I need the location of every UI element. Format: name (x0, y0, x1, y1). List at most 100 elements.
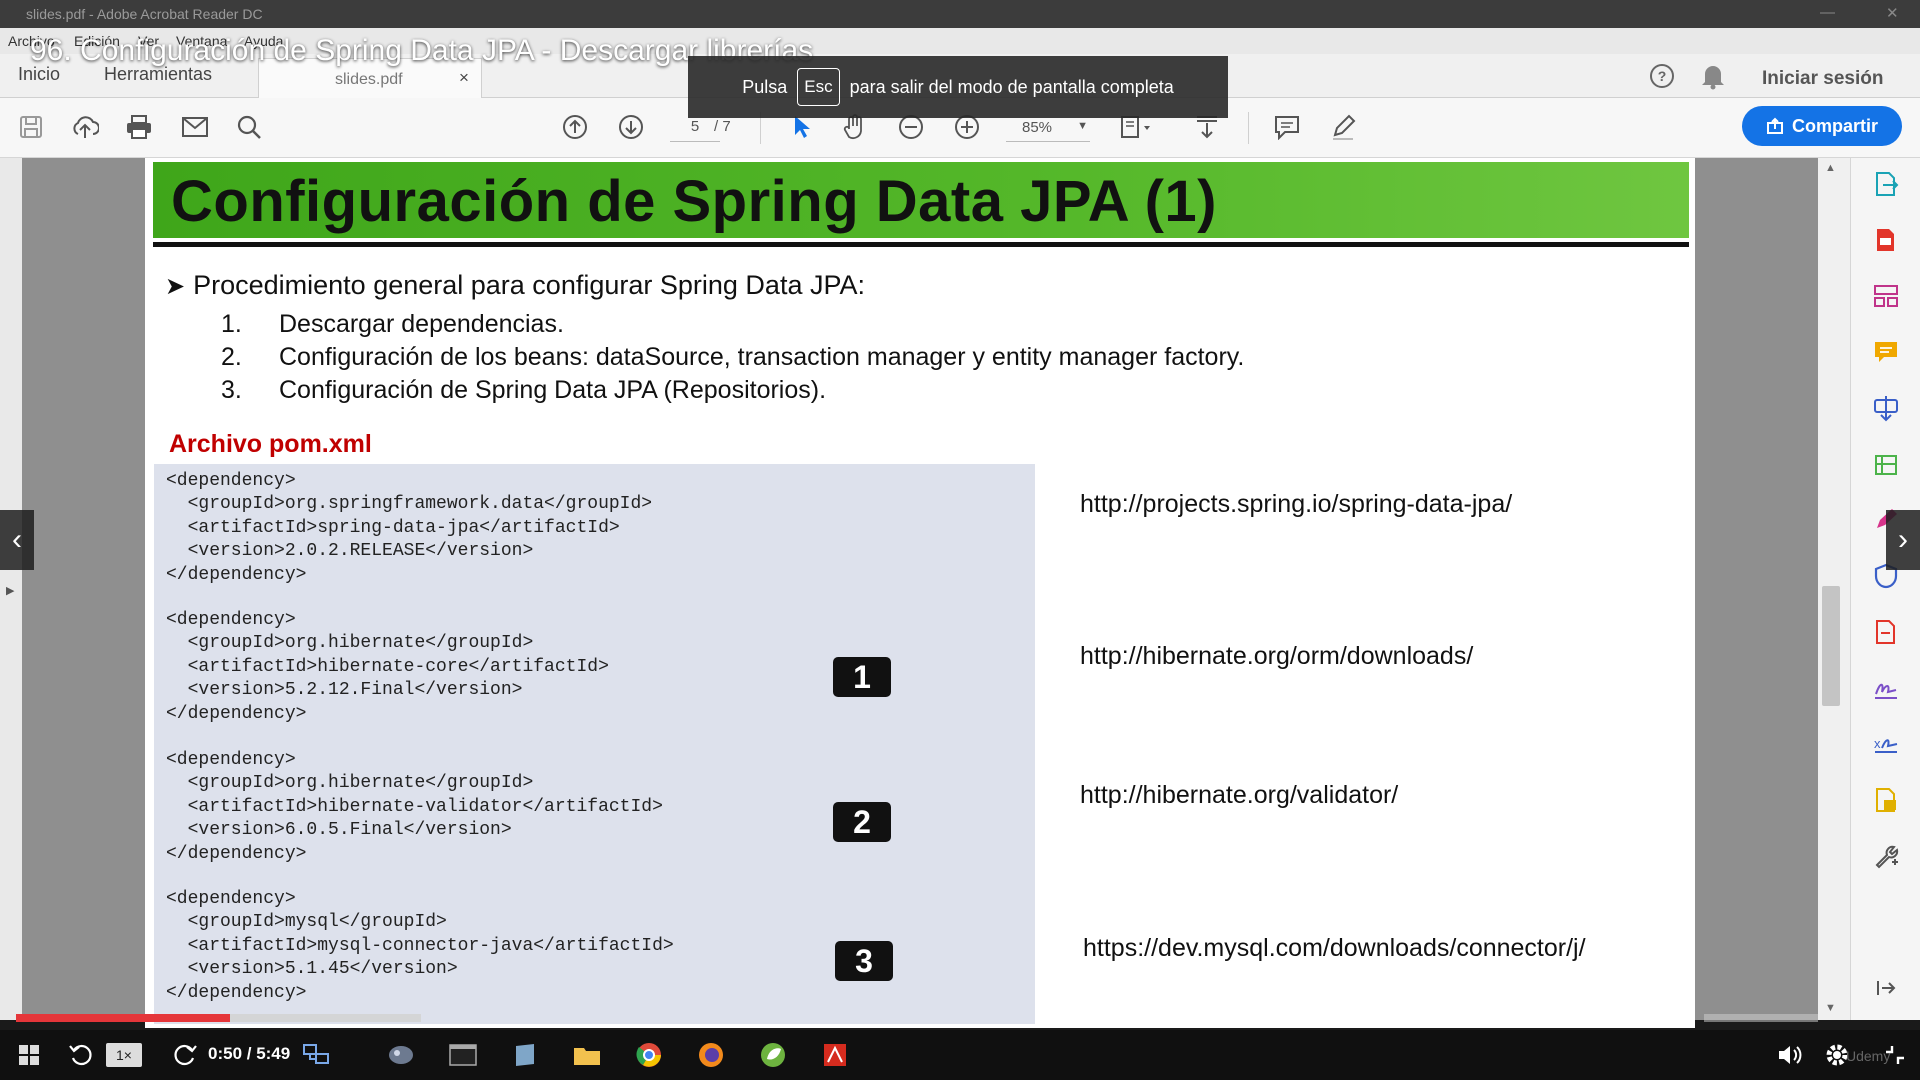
spring-tool-icon[interactable] (756, 1039, 790, 1071)
notice-message: para salir del modo de pantalla completa (849, 76, 1174, 97)
terminal-icon[interactable] (446, 1039, 480, 1071)
bell-icon[interactable] (1700, 62, 1726, 95)
upload-icon[interactable] (68, 110, 102, 144)
tools-panel: x (1850, 158, 1920, 1020)
combine-files-icon[interactable] (1868, 390, 1904, 426)
print-icon[interactable] (122, 110, 156, 144)
export-pdf-icon[interactable] (1868, 166, 1904, 202)
forward-icon[interactable] (168, 1039, 202, 1071)
scroll-down-icon[interactable]: ▼ (1825, 1002, 1836, 1014)
dependency-code: <dependency> <groupId>org.hibernate</gro… (166, 750, 663, 864)
pdf-page: Configuración de Spring Data JPA (1) ➤ Pr… (145, 158, 1695, 1028)
playback-speed-button[interactable]: 1× (106, 1043, 142, 1067)
pen-icon[interactable] (1326, 110, 1360, 144)
screen: slides.pdf - Adobe Acrobat Reader DC — ✕… (0, 0, 1920, 1080)
scroll-up-icon[interactable]: ▲ (1825, 162, 1836, 174)
video-progress-fill (16, 1014, 231, 1022)
windows-start-icon[interactable] (12, 1039, 46, 1071)
zoom-value: 85% (1022, 119, 1053, 136)
slide-title-banner: Configuración de Spring Data JPA (1) (153, 162, 1689, 238)
chevron-right-icon: › (1898, 523, 1908, 556)
video-progress-remaining (1704, 1014, 1818, 1022)
step-number: 3. (221, 376, 242, 404)
firefox-icon[interactable] (694, 1039, 728, 1071)
exit-fullscreen-icon[interactable] (1878, 1039, 1912, 1071)
close-tab-icon[interactable]: × (459, 68, 469, 88)
acrobat-title-bar: slides.pdf - Adobe Acrobat Reader DC — ✕ (0, 0, 1920, 28)
sign-in-link[interactable]: Iniciar sesión (1762, 68, 1883, 90)
previous-page-icon[interactable] (558, 110, 592, 144)
next-page-icon[interactable] (614, 110, 648, 144)
dependency-badge: 3 (835, 941, 893, 981)
close-window-icon[interactable]: ✕ (1886, 4, 1899, 22)
arrow-bullet-icon: ➤ (165, 273, 186, 300)
file-explorer-icon[interactable] (570, 1039, 604, 1071)
network-icon[interactable] (300, 1039, 334, 1071)
step-number: 2. (221, 343, 242, 371)
dependency-code: <dependency> <groupId>org.hibernate</gro… (166, 610, 609, 724)
pom-code-block: <dependency> <groupId>org.springframewor… (154, 464, 1035, 1024)
acrobat-icon[interactable] (818, 1039, 852, 1071)
download-link[interactable]: http://hibernate.org/validator/ (1080, 781, 1398, 810)
dependency-code: <dependency> <groupId>mysql</groupId> <a… (166, 889, 674, 1003)
video-time: 0:50 / 5:49 (208, 1044, 291, 1063)
next-lecture-button[interactable]: › (1886, 510, 1920, 570)
step-number: 1. (221, 310, 242, 338)
minimize-icon[interactable]: — (1820, 4, 1835, 21)
volume-icon[interactable] (1774, 1039, 1808, 1071)
comment-tool-icon[interactable] (1868, 334, 1904, 370)
email-icon[interactable] (178, 110, 212, 144)
pom-file-label: Archivo pom.xml (169, 430, 372, 458)
download-link[interactable]: http://projects.spring.io/spring-data-jp… (1080, 490, 1512, 519)
save-icon[interactable] (14, 110, 48, 144)
help-icon[interactable]: ? (1648, 62, 1676, 95)
app-icon[interactable] (384, 1039, 418, 1071)
slide-title: Configuración de Spring Data JPA (1) (171, 169, 1217, 234)
redact-icon[interactable] (1868, 782, 1904, 818)
download-link[interactable]: https://dev.mysql.com/downloads/connecto… (1083, 934, 1586, 963)
player-control-bar: 1× 0:50 / 5:49 Udemy (0, 1030, 1920, 1080)
notice-press: Pulsa (742, 76, 788, 97)
sign-icon[interactable] (1868, 670, 1904, 706)
step-text: Configuración de Spring Data JPA (Reposi… (279, 376, 827, 404)
title-underline (153, 242, 1689, 247)
collapse-panel-icon[interactable] (1868, 970, 1904, 1006)
fullscreen-notice: Pulsa Esc para salir del modo de pantall… (688, 56, 1228, 118)
export-file-icon[interactable] (1868, 614, 1904, 650)
toolbar-divider (1248, 112, 1249, 144)
lead-bullet: ➤ Procedimiento general para configurar S… (165, 270, 865, 301)
step-text: Descargar dependencias. (279, 310, 564, 338)
svg-text:?: ? (1658, 68, 1667, 84)
search-icon[interactable] (232, 110, 266, 144)
video-progress-bar[interactable] (16, 1014, 421, 1022)
download-link[interactable]: http://hibernate.org/orm/downloads/ (1080, 642, 1473, 671)
expand-left-icon[interactable]: ▶ (6, 584, 14, 597)
share-button[interactable]: Compartir (1742, 106, 1902, 146)
send-for-signature-icon[interactable]: x (1868, 726, 1904, 762)
notebook-icon[interactable] (508, 1039, 542, 1071)
scrollbar-thumb[interactable] (1822, 586, 1840, 706)
comment-icon[interactable] (1270, 110, 1304, 144)
page-total: / 7 (714, 118, 731, 135)
step-text: Configuración de los beans: dataSource, … (279, 343, 1245, 371)
left-panel-toggle[interactable]: ▶ (0, 158, 22, 1020)
chevron-left-icon: ‹ (12, 523, 22, 556)
svg-text:x: x (1874, 736, 1881, 751)
lead-text: Procedimiento general para configurar Sp… (193, 270, 865, 300)
previous-lecture-button[interactable]: ‹ (0, 510, 34, 570)
more-tools-icon[interactable] (1868, 838, 1904, 874)
zoom-select[interactable]: 85% ▼ (1006, 114, 1090, 142)
esc-key: Esc (797, 68, 840, 106)
chevron-down-icon: ▼ (1077, 120, 1088, 132)
dependency-badge: 2 (833, 802, 891, 842)
window-title: slides.pdf - Adobe Acrobat Reader DC (26, 6, 263, 22)
organize-pages-icon[interactable] (1868, 278, 1904, 314)
share-label: Compartir (1791, 115, 1878, 136)
create-pdf-icon[interactable] (1868, 222, 1904, 258)
page-number-input[interactable]: 5 (670, 114, 720, 142)
chrome-icon[interactable] (632, 1039, 666, 1071)
vertical-scrollbar[interactable]: ▲ ▼ (1818, 158, 1850, 1020)
document-tab-label: slides.pdf (335, 71, 403, 88)
edit-pdf-icon[interactable] (1868, 446, 1904, 482)
rewind-icon[interactable] (64, 1039, 98, 1071)
